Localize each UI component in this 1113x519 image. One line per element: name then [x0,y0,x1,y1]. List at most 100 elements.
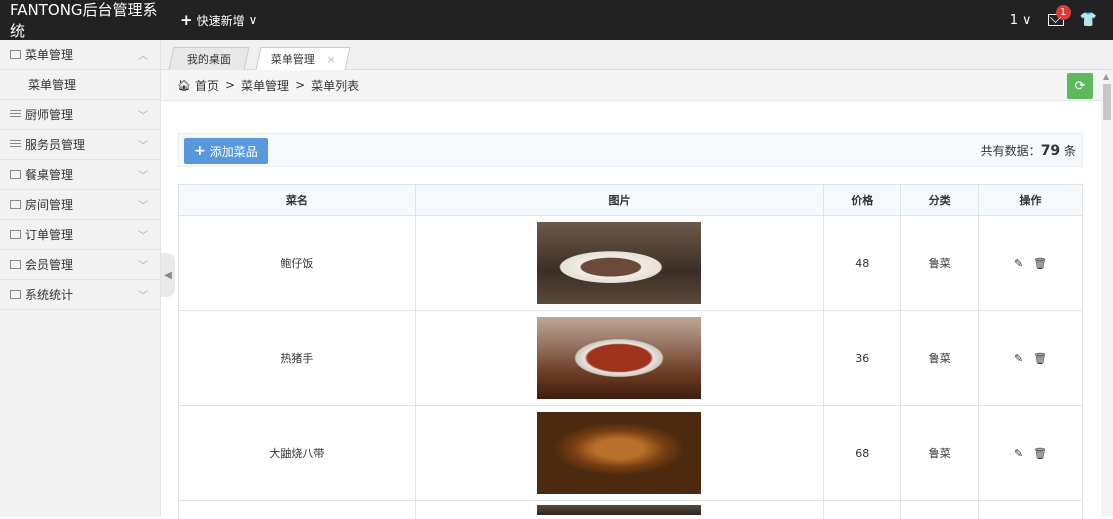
tab-menu-management[interactable]: 菜单管理 × [255,47,351,70]
top-navbar: FANTONG后台管理系统 + 快速新增 ∨ 1 ∨ 1 👕 [0,0,1113,40]
table-row [178,500,1083,519]
scroll-up-arrow-icon[interactable]: ▲ [1103,72,1109,81]
chevron-down-icon: ﹀ [138,261,148,272]
cell-dish-image [414,405,825,501]
vertical-scrollbar[interactable]: ▲ [1101,70,1113,517]
sidebar-item-label: 系统统计 [25,288,74,302]
tab-bar: 我的桌面 菜单管理 × [161,40,1113,70]
mail-badge: 1 [1055,5,1071,20]
dish-photo [537,412,702,494]
chevron-up-icon: ︿ [138,51,148,62]
window-icon [10,290,21,299]
dish-photo [537,222,702,304]
breadcrumb: 🏠︎ 首页 > 菜单管理 > 菜单列表 ⟳ [161,70,1101,101]
sidebar-item-label: 订单管理 [25,228,74,242]
cell-dish-image [414,310,825,406]
add-dish-label: 添加菜品 [209,144,258,159]
theme-shirt-icon[interactable]: 👕 [1080,12,1097,28]
user-name: 1 [1009,12,1019,28]
chevron-down-icon: ﹀ [138,231,148,242]
edit-pencil-icon[interactable]: ✎ [1014,352,1023,365]
breadcrumb-level1[interactable]: 菜单管理 [241,77,289,94]
cell-price: 48 [823,215,902,311]
cell-actions: ✎ 🗑︎ [978,405,1083,501]
sidebar-item-table[interactable]: 餐桌管理 ﹀ [0,160,160,190]
cell-dish-name [178,500,416,519]
sidebar-item-room[interactable]: 房间管理 ﹀ [0,190,160,220]
sidebar-item-label: 菜单管理 [25,48,74,62]
breadcrumb-home[interactable]: 首页 [195,77,219,94]
sidebar-collapse-handle[interactable]: ◀ [161,253,175,297]
cell-dish-image [414,215,825,311]
window-icon [10,50,21,59]
chevron-down-icon: ∨ [1022,12,1032,28]
window-icon [10,260,21,269]
breadcrumb-separator: > [295,78,306,92]
cell-actions: ✎ 🗑︎ [978,310,1083,406]
total-prefix: 共有数据： [980,144,1041,158]
delete-trash-icon[interactable]: 🗑︎ [1033,447,1047,460]
total-count-value: 79 [1040,143,1061,159]
cell-dish-image [414,500,825,519]
quick-add-label: 快速新增 [196,13,245,28]
breadcrumb-level2: 菜单列表 [311,78,360,93]
sidebar-item-member[interactable]: 会员管理 ﹀ [0,250,160,280]
refresh-button[interactable]: ⟳ [1067,73,1093,99]
column-header-name: 菜名 [178,184,416,216]
quick-add-menu[interactable]: + 快速新增 ∨ [180,11,257,29]
table-row: 大鼬烧八带 68 鲁菜 ✎ 🗑︎ [178,405,1083,501]
window-icon [10,170,21,179]
chevron-down-icon: ﹀ [138,201,148,212]
add-dish-button[interactable]: + 添加菜品 [184,138,268,164]
cell-actions: ✎ 🗑︎ [978,215,1083,311]
sidebar-item-waiter[interactable]: 服务员管理 ﹀ [0,130,160,160]
refresh-icon: ⟳ [1074,78,1086,94]
cell-dish-name: 鲍仔饭 [178,215,416,311]
tab-label: 菜单管理 [270,53,315,66]
sidebar-item-label: 会员管理 [25,258,74,272]
column-header-image: 图片 [414,184,825,216]
sidebar-item-chef[interactable]: 厨师管理 ﹀ [0,100,160,130]
breadcrumb-separator: > [224,78,236,92]
delete-trash-icon[interactable]: 🗑︎ [1033,352,1047,365]
total-suffix: 条 [1060,144,1076,158]
scrollbar-thumb[interactable] [1103,84,1111,120]
table-header-row: 菜名 图片 价格 分类 操作 [178,184,1083,216]
sidebar-item-menu[interactable]: 菜单管理 ︿ [0,40,160,70]
plus-icon: + [180,11,193,29]
cell-actions [978,500,1083,519]
chevron-down-icon: ﹀ [138,171,148,182]
chevron-down-icon: ﹀ [138,111,148,122]
brand-title[interactable]: FANTONG后台管理系统 [0,0,160,41]
mail-icon[interactable]: 1 [1047,5,1071,26]
close-icon[interactable]: × [326,53,335,66]
cell-category: 鲁菜 [900,405,980,501]
tab-desktop[interactable]: 我的桌面 [168,47,250,70]
edit-pencil-icon[interactable]: ✎ [1014,447,1023,460]
list-icon [10,140,21,149]
sidebar-item-label: 餐桌管理 [25,168,74,182]
cell-category: 鲁菜 [900,215,980,311]
delete-trash-icon[interactable]: 🗑︎ [1033,257,1047,270]
sidebar-item-stats[interactable]: 系统统计 ﹀ [0,280,160,310]
sidebar-item-label: 房间管理 [25,198,74,212]
list-toolbar: + 添加菜品 共有数据：79 条 [178,133,1083,167]
column-header-actions: 操作 [978,184,1083,216]
edit-pencil-icon[interactable]: ✎ [1014,257,1023,270]
sidebar-item-label: 服务员管理 [25,138,86,152]
dish-photo [537,504,702,515]
dish-photo [537,317,702,399]
user-menu[interactable]: 1 ∨ [1010,13,1032,28]
cell-dish-name: 大鼬烧八带 [178,405,416,501]
chevron-down-icon: ∨ [248,13,258,27]
column-header-category: 分类 [900,184,980,216]
dish-table: 菜名 图片 价格 分类 操作 鲍仔饭 48 鲁菜 ✎ 🗑︎ 热猪手 36 鲁菜 … [178,184,1083,519]
cell-price [823,500,902,519]
plus-icon: + [194,143,206,159]
sidebar-subitem-menu[interactable]: 菜单管理 [0,70,160,100]
column-header-price: 价格 [823,184,902,216]
chevron-down-icon: ﹀ [138,141,148,152]
total-count: 共有数据：79 条 [981,142,1076,159]
table-row: 鲍仔饭 48 鲁菜 ✎ 🗑︎ [178,215,1083,311]
sidebar-item-order[interactable]: 订单管理 ﹀ [0,220,160,250]
